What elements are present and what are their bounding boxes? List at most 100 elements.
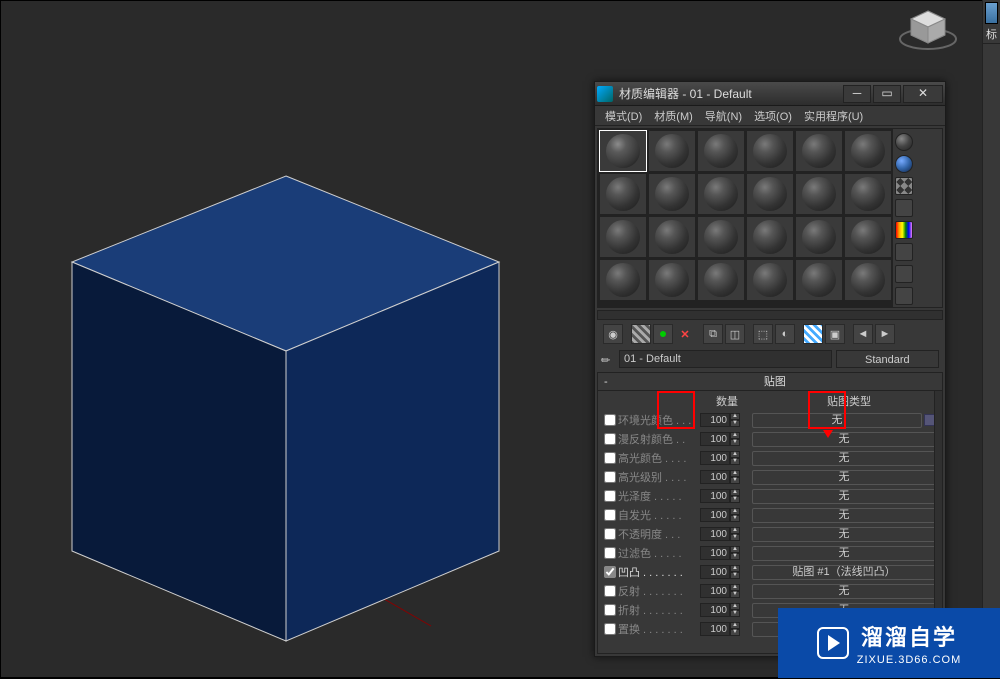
sample-grid[interactable]: [598, 129, 893, 307]
spin-up[interactable]: ▲: [730, 451, 740, 458]
close-button[interactable]: ✕: [903, 85, 943, 103]
map-amount-selfIllum[interactable]: ▲▼: [700, 508, 744, 522]
sample-slot-15[interactable]: [697, 216, 745, 258]
checker-bg-icon[interactable]: [895, 177, 913, 195]
sample-slot-17[interactable]: [795, 216, 843, 258]
sample-slot-9[interactable]: [697, 173, 745, 215]
menu-options[interactable]: 选项(O): [748, 106, 798, 125]
material-id-icon[interactable]: ◐: [775, 324, 795, 344]
pick-material-icon[interactable]: ✎: [598, 349, 618, 369]
map-button-selfIllum[interactable]: 无: [752, 508, 936, 523]
sample-slot-11[interactable]: [795, 173, 843, 215]
put-to-scene-icon[interactable]: [631, 324, 651, 344]
spin-up[interactable]: ▲: [730, 565, 740, 572]
menu-material[interactable]: 材质(M): [648, 106, 699, 125]
viewcube[interactable]: [897, 3, 959, 65]
sample-slot-8[interactable]: [648, 173, 696, 215]
map-amount-gloss[interactable]: ▲▼: [700, 489, 744, 503]
material-editor-window[interactable]: 材质编辑器 - 01 - Default ─ ▭ ✕ 模式(D) 材质(M) 导…: [594, 81, 946, 657]
map-amount-refract[interactable]: ▲▼: [700, 603, 744, 617]
sample-slot-22[interactable]: [746, 259, 794, 301]
cube-object[interactable]: y: [1, 1, 601, 679]
minimize-button[interactable]: ─: [843, 85, 871, 103]
spin-down[interactable]: ▼: [730, 458, 740, 465]
map-button-reflect[interactable]: 无: [752, 584, 936, 599]
map-checkbox-selfIllum[interactable]: [604, 509, 616, 521]
sample-slot-23[interactable]: [795, 259, 843, 301]
menu-navigate[interactable]: 导航(N): [699, 106, 748, 125]
spin-down[interactable]: ▼: [730, 534, 740, 541]
sample-slot-7[interactable]: [599, 173, 647, 215]
spin-up[interactable]: ▲: [730, 470, 740, 477]
map-checkbox-specColor[interactable]: [604, 452, 616, 464]
spin-down[interactable]: ▼: [730, 477, 740, 484]
map-amount-specLevel[interactable]: ▲▼: [700, 470, 744, 484]
map-checkbox-opacity[interactable]: [604, 528, 616, 540]
spin-up[interactable]: ▲: [730, 527, 740, 534]
spin-down[interactable]: ▼: [730, 496, 740, 503]
map-amount-displace[interactable]: ▲▼: [700, 622, 744, 636]
show-end-result-icon[interactable]: ▣: [825, 324, 845, 344]
sample-slot-14[interactable]: [648, 216, 696, 258]
menu-utilities[interactable]: 实用程序(U): [798, 106, 869, 125]
put-to-library-icon[interactable]: ⬚: [753, 324, 773, 344]
map-button-bump[interactable]: 贴图 #1（法线凹凸）: [752, 565, 936, 580]
map-checkbox-gloss[interactable]: [604, 490, 616, 502]
map-button-specLevel[interactable]: 无: [752, 470, 936, 485]
sample-slot-1[interactable]: [599, 130, 647, 172]
sample-slot-10[interactable]: [746, 173, 794, 215]
spin-up[interactable]: ▲: [730, 584, 740, 591]
sample-slot-13[interactable]: [599, 216, 647, 258]
map-checkbox-reflect[interactable]: [604, 585, 616, 597]
spin-up[interactable]: ▲: [730, 432, 740, 439]
map-amount-opacity[interactable]: ▲▼: [700, 527, 744, 541]
spin-down[interactable]: ▼: [730, 553, 740, 560]
menu-mode[interactable]: 模式(D): [599, 106, 648, 125]
background-icon[interactable]: [895, 155, 913, 173]
map-amount-reflect[interactable]: ▲▼: [700, 584, 744, 598]
sample-slot-12[interactable]: [844, 173, 892, 215]
right-command-panel[interactable]: 标: [982, 0, 1000, 678]
spin-up[interactable]: ▲: [730, 508, 740, 515]
map-checkbox-bump[interactable]: [604, 566, 616, 578]
spin-up[interactable]: ▲: [730, 603, 740, 610]
spin-up[interactable]: ▲: [730, 413, 740, 420]
map-checkbox-specLevel[interactable]: [604, 471, 616, 483]
options-icon[interactable]: [895, 243, 913, 261]
map-amount-ambient[interactable]: ▲▼: [700, 413, 744, 427]
map-button-filter[interactable]: 无: [752, 546, 936, 561]
maximize-button[interactable]: ▭: [873, 85, 901, 103]
spin-up[interactable]: ▲: [730, 622, 740, 629]
map-checkbox-ambient[interactable]: [604, 414, 616, 426]
map-checkbox-displace[interactable]: [604, 623, 616, 635]
material-map-icon[interactable]: [895, 287, 913, 305]
sample-slot-5[interactable]: [795, 130, 843, 172]
sample-scrollbar[interactable]: [597, 310, 943, 320]
sample-type-icon[interactable]: [895, 133, 913, 151]
map-button-specColor[interactable]: 无: [752, 451, 936, 466]
make-unique-icon[interactable]: ◫: [725, 324, 745, 344]
sample-uv-icon[interactable]: [895, 199, 913, 217]
spin-down[interactable]: ▼: [730, 591, 740, 598]
spin-down[interactable]: ▼: [730, 572, 740, 579]
show-map-in-viewport-icon[interactable]: [803, 324, 823, 344]
material-name-input[interactable]: [619, 350, 832, 368]
material-type-button[interactable]: Standard: [836, 350, 939, 368]
sample-slot-20[interactable]: [648, 259, 696, 301]
spin-down[interactable]: ▼: [730, 629, 740, 636]
spin-down[interactable]: ▼: [730, 515, 740, 522]
spin-up[interactable]: ▲: [730, 489, 740, 496]
go-to-parent-icon[interactable]: ◄: [853, 324, 873, 344]
sample-slot-3[interactable]: [697, 130, 745, 172]
sample-slot-4[interactable]: [746, 130, 794, 172]
sample-slot-2[interactable]: [648, 130, 696, 172]
map-amount-filter[interactable]: ▲▼: [700, 546, 744, 560]
spin-down[interactable]: ▼: [730, 420, 740, 427]
titlebar[interactable]: 材质编辑器 - 01 - Default ─ ▭ ✕: [595, 82, 945, 106]
video-color-icon[interactable]: [895, 221, 913, 239]
sample-slot-6[interactable]: [844, 130, 892, 172]
go-forward-icon[interactable]: ►: [875, 324, 895, 344]
rollout-header[interactable]: - 贴图: [598, 373, 942, 391]
map-button-opacity[interactable]: 无: [752, 527, 936, 542]
map-checkbox-diffuse[interactable]: [604, 433, 616, 445]
